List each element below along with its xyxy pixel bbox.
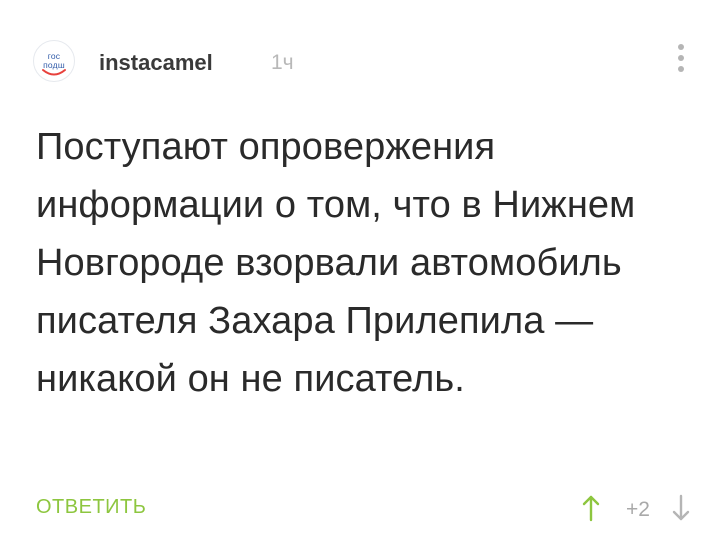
- vote-score: +2: [626, 498, 650, 521]
- author-username[interactable]: instacamel: [99, 50, 213, 76]
- comment-card: гос подш instacamel 1ч Поступают опровер…: [0, 0, 720, 555]
- vote-controls: +2: [556, 490, 696, 530]
- more-options-icon[interactable]: [669, 40, 693, 80]
- comment-footer: ОТВЕТИТЬ +2: [36, 490, 696, 530]
- avatar[interactable]: гос подш: [33, 40, 75, 82]
- avatar-logo-text: гос подш: [34, 52, 74, 69]
- upvote-arrow-icon[interactable]: [582, 494, 600, 522]
- comment-timestamp: 1ч: [271, 51, 294, 74]
- downvote-arrow-icon[interactable]: [672, 494, 690, 522]
- avatar-logo-line2: подш: [43, 59, 65, 70]
- reply-button[interactable]: ОТВЕТИТЬ: [36, 496, 146, 519]
- comment-text: Поступают опровержения информации о том,…: [36, 126, 636, 400]
- comment-header: гос подш instacamel 1ч: [33, 40, 693, 84]
